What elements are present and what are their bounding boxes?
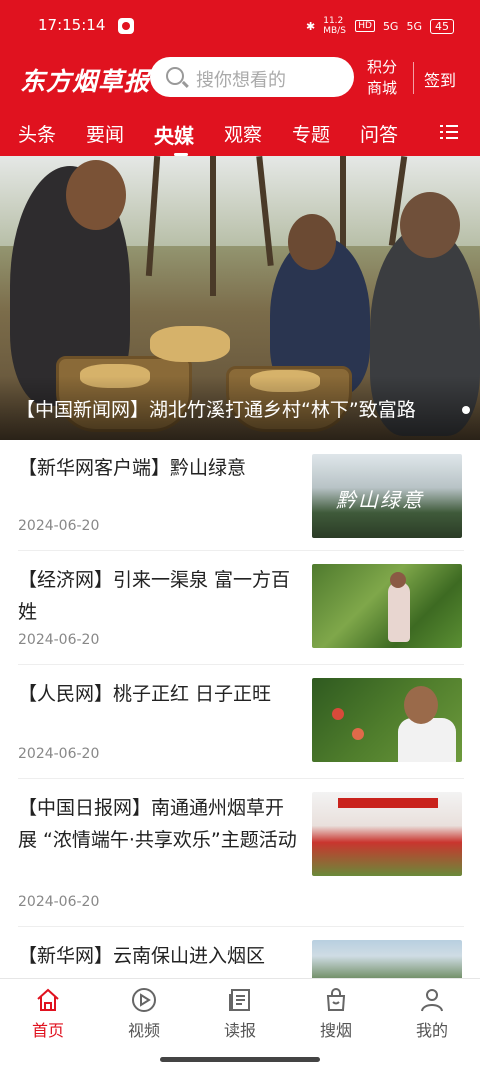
- news-thumbnail: [312, 940, 462, 980]
- signal-icon-1: 5G: [382, 19, 399, 33]
- search-placeholder: 搜你想看的: [196, 70, 286, 91]
- thumbnail-text: 黔山绿意: [336, 488, 424, 512]
- tab-guancha[interactable]: 观察: [224, 120, 262, 147]
- nav-profile-label: 我的: [415, 1021, 448, 1040]
- thumb-figure: [398, 718, 456, 762]
- net-speed: 11.2 MB/S: [323, 16, 346, 36]
- nav-tobacco-search[interactable]: 搜烟: [304, 987, 368, 1041]
- app-header: 东方烟草报 搜你想看的 积分 商城 签到: [0, 52, 480, 112]
- tab-yaowen[interactable]: 要闻: [86, 120, 124, 147]
- news-thumbnail: [312, 678, 462, 762]
- tab-yangmei[interactable]: 央媒: [154, 120, 194, 156]
- sign-in-button[interactable]: 签到: [424, 67, 456, 91]
- nav-tobacco-search-label: 搜烟: [319, 1021, 352, 1040]
- news-title: 【新华网客户端】黔山绿意: [18, 457, 247, 479]
- thumb-banner: [338, 798, 438, 808]
- thumb-peach: [352, 728, 364, 740]
- farmer-head-1: [66, 160, 126, 230]
- thumb-head: [390, 572, 406, 588]
- nav-home-label: 首页: [31, 1021, 64, 1040]
- news-date: 2024-06-20: [18, 894, 100, 910]
- news-title: 【人民网】桃子正红 日子正旺: [18, 683, 272, 705]
- nav-home[interactable]: 首页: [16, 987, 80, 1041]
- ginger: [150, 326, 230, 362]
- battery-icon: 45: [430, 18, 454, 34]
- news-thumbnail: 黔山绿意: [312, 454, 462, 538]
- app-notification-icon: [118, 18, 134, 34]
- user-icon: [421, 989, 443, 1012]
- news-title: 【中国日报网】南通通州烟草开展 “浓情端午·共享欢乐”主题活动: [18, 797, 297, 851]
- play-icon: [132, 988, 156, 1012]
- status-icons: ✱ 11.2 MB/S HD 5G 5G 45: [306, 16, 454, 36]
- points-mall-button[interactable]: 积分 商城: [362, 57, 402, 99]
- status-bar: 17:15:14 ✱ 11.2 MB/S HD 5G 5G 45: [0, 0, 480, 52]
- app-logo: 东方烟草报: [20, 67, 151, 96]
- carousel-indicator: [462, 406, 470, 414]
- tree-trunk: [210, 156, 216, 296]
- category-tabs: 头条 要闻 央媒 观察 专题 问答: [0, 112, 480, 156]
- home-icon: [37, 988, 59, 1011]
- search-input[interactable]: 搜你想看的: [150, 57, 354, 97]
- newspaper-icon: [229, 989, 250, 1011]
- nav-video-label: 视频: [127, 1021, 160, 1040]
- tab-zhuanti[interactable]: 专题: [292, 120, 330, 147]
- nav-newspaper[interactable]: 读报: [208, 987, 272, 1041]
- nav-profile[interactable]: 我的: [400, 987, 464, 1041]
- thumb-figure: [388, 582, 410, 642]
- menu-icon[interactable]: [440, 124, 458, 140]
- news-item[interactable]: 【新华网客户端】黔山绿意 2024-06-20 黔山绿意: [18, 452, 464, 551]
- farmer-head-3: [400, 192, 460, 258]
- news-title: 【新华网】云南保山进入烟区: [18, 945, 266, 967]
- news-date: 2024-06-20: [18, 518, 100, 534]
- news-title: 【经济网】引来一渠泉 富一方百姓: [18, 569, 291, 623]
- nav-newspaper-label: 读报: [223, 1021, 256, 1040]
- news-date: 2024-06-20: [18, 746, 100, 762]
- search-icon: [166, 67, 184, 85]
- signal-icon-2: 5G: [406, 19, 422, 33]
- bag-icon: [326, 988, 346, 1011]
- news-date: 2024-06-20: [18, 632, 100, 648]
- tab-wenda[interactable]: 问答: [360, 120, 398, 147]
- tree-trunk: [340, 156, 346, 256]
- mall-label: 商城: [366, 79, 397, 97]
- tab-toutiao[interactable]: 头条: [18, 120, 56, 147]
- news-item[interactable]: 【人民网】桃子正红 日子正旺 2024-06-20: [18, 678, 464, 779]
- thumb-peach: [332, 708, 344, 720]
- news-item[interactable]: 【中国日报网】南通通州烟草开展 “浓情端午·共享欢乐”主题活动 2024-06-…: [18, 792, 464, 927]
- bluetooth-icon: ✱: [306, 19, 316, 33]
- hero-banner[interactable]: 【中国新闻网】湖北竹溪打通乡村“林下”致富路: [0, 156, 480, 440]
- header-divider: [413, 62, 414, 94]
- gesture-area: [0, 1050, 480, 1072]
- bottom-navigation: 首页 视频 读报 搜烟 我的: [0, 978, 480, 1051]
- hero-caption: 【中国新闻网】湖北竹溪打通乡村“林下”致富路: [16, 399, 416, 421]
- thumb-head: [404, 686, 438, 724]
- farmer-head-2: [288, 214, 336, 270]
- hd-badge: HD: [355, 20, 375, 32]
- points-label: 积分: [366, 58, 397, 76]
- status-time: 17:15:14: [38, 16, 106, 34]
- news-item[interactable]: 【经济网】引来一渠泉 富一方百姓 2024-06-20: [18, 564, 464, 665]
- home-indicator[interactable]: [160, 1057, 320, 1062]
- nav-video[interactable]: 视频: [112, 987, 176, 1041]
- news-thumbnail: [312, 564, 462, 648]
- news-thumbnail: [312, 792, 462, 876]
